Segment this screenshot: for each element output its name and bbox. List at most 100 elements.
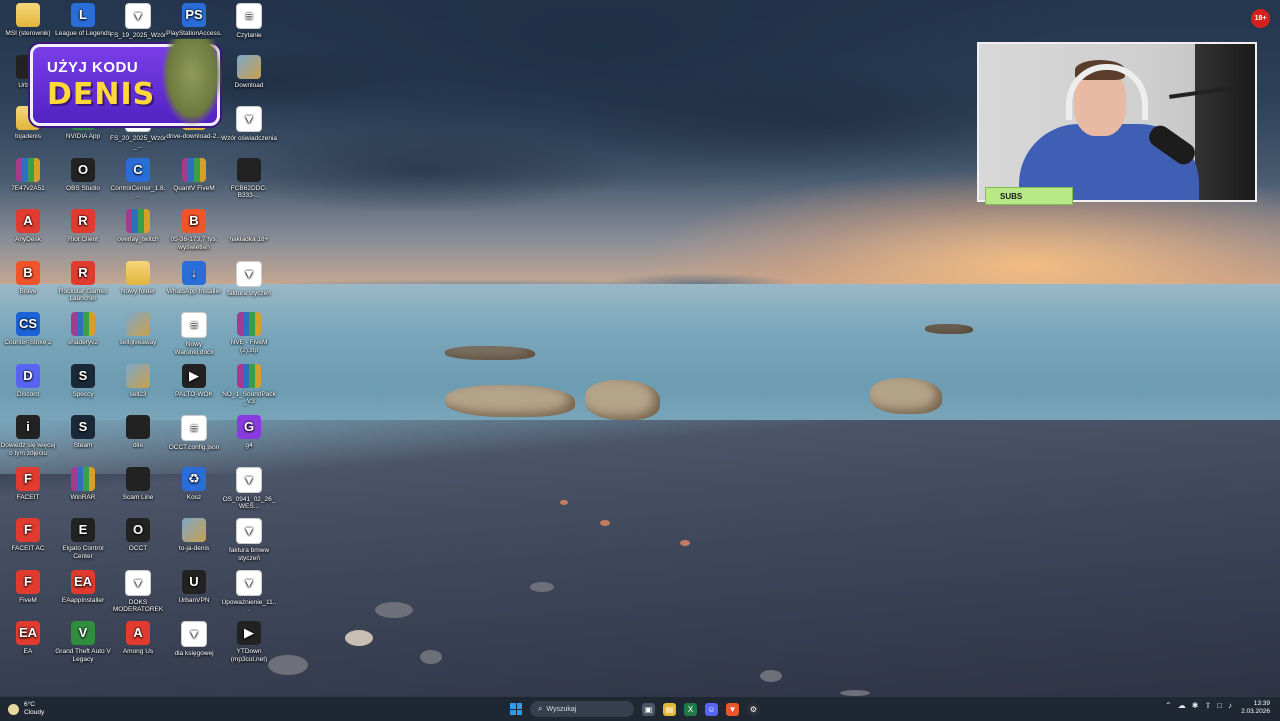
- network-icon[interactable]: □: [1217, 701, 1222, 710]
- desktop-icon[interactable]: F FACEIT: [0, 466, 56, 502]
- desktop-icon[interactable]: ▼ dla księgowej: [166, 621, 222, 658]
- cloud-icon[interactable]: ☁: [1178, 701, 1186, 710]
- task-view-icon[interactable]: ▣: [642, 702, 655, 716]
- desktop-icon[interactable]: 7E47v2A51: [0, 157, 56, 193]
- app-icon: ≡: [236, 3, 262, 29]
- desktop-icon[interactable]: ▼ DOKS MODERATOREK: [110, 569, 166, 614]
- desktop-icon[interactable]: ≡ Czytanie: [221, 3, 277, 40]
- chevron-up-icon[interactable]: ⌃: [1165, 701, 1172, 710]
- desktop-icon[interactable]: CS Counter-Strike 2: [0, 312, 56, 347]
- desktop-icon[interactable]: U UrbanVPN: [166, 569, 222, 605]
- desktop-icon[interactable]: ▶ PALTO-WOK: [166, 363, 222, 399]
- desktop-icon[interactable]: ♻ Kosz: [166, 466, 222, 502]
- app-icon: [71, 466, 95, 491]
- desktop-icon[interactable]: WinRAR: [55, 466, 111, 502]
- taskbar-clock[interactable]: 13:39 2.03.2026: [1241, 700, 1270, 716]
- desktop-icon[interactable]: NO_1_SoundPack_V3: [221, 363, 277, 406]
- desktop-icon[interactable]: sellgiveaway: [110, 312, 166, 347]
- desktop-icon-label: dla księgowej: [174, 650, 214, 657]
- taskbar-search-box[interactable]: ⌕ Wyszukaj: [530, 701, 634, 717]
- app-icon: [126, 466, 150, 491]
- desktop-icon[interactable]: ≡ OCCT.config.json: [166, 415, 222, 452]
- weather-widget[interactable]: 6°C Cloudy: [8, 699, 44, 719]
- desktop-icon-label: tojadenis: [14, 133, 42, 140]
- desktop-icon[interactable]: A AnyDesk: [0, 209, 56, 244]
- desktop-icon[interactable]: QuantV FiveM: [166, 157, 222, 193]
- desktop-icon[interactable]: to-ja-denis: [166, 518, 222, 553]
- file-explorer-icon[interactable]: ▤: [663, 702, 676, 716]
- desktop-icon[interactable]: F FACEIT AC: [0, 518, 56, 553]
- desktop-icon[interactable]: Download: [221, 54, 277, 90]
- desktop-icon[interactable]: dile: [110, 415, 166, 450]
- desktop-icon[interactable]: MSI (sterownik): [0, 3, 56, 38]
- app-icon: [126, 415, 150, 439]
- brave-taskbar-icon[interactable]: ▼: [726, 702, 739, 716]
- desktop-icon[interactable]: ▼ faktura bmww styczeń: [221, 518, 277, 562]
- desktop-icon[interactable]: shaderyv2: [55, 312, 111, 347]
- app-icon: [16, 157, 40, 182]
- desktop-icon[interactable]: A Among Us: [110, 621, 166, 656]
- app-icon: R: [71, 260, 95, 285]
- desktop-icon[interactable]: nakładka 18+: [221, 209, 277, 244]
- usb-icon[interactable]: ⇧: [1204, 701, 1211, 710]
- wallpaper-stone: [375, 602, 413, 618]
- bluetooth-icon[interactable]: ✱: [1192, 701, 1199, 710]
- desktop-icon-label: nakładka 18+: [229, 236, 269, 243]
- desktop-icon-label: 7E47v2A51: [11, 184, 45, 192]
- desktop-icon[interactable]: Nowy folder: [110, 260, 166, 296]
- desktop-icon-label: FACEIT: [16, 493, 40, 501]
- desktop-icon[interactable]: ▼ OS_0941_02_26_WES...: [221, 466, 277, 511]
- volume-icon[interactable]: ♪: [1228, 701, 1232, 710]
- desktop-icon[interactable]: ≡ Nowy Warunki.docx: [166, 312, 222, 356]
- wallpaper-stone: [680, 540, 690, 546]
- desktop-icon[interactable]: C ControlCenter_1.8...: [110, 157, 166, 200]
- desktop-icon[interactable]: ▼ Wzór oświadczenia: [221, 106, 277, 143]
- desktop-icon[interactable]: Scam Line: [110, 466, 166, 502]
- desktop-icon[interactable]: i Dowiedz się więcej o tym zdjęciu: [0, 415, 56, 457]
- desktop-icon[interactable]: S Speccy: [55, 363, 111, 399]
- desktop-icon[interactable]: S Steam: [55, 415, 111, 450]
- desktop-icon[interactable]: overlay_twitch: [110, 209, 166, 244]
- desktop-icon-label: sellgiveaway: [119, 339, 157, 346]
- steam-taskbar-icon[interactable]: ⚙: [747, 702, 760, 716]
- app-icon: [237, 312, 261, 336]
- webcam-feed: [977, 42, 1257, 202]
- desktop-icon[interactable]: V Grand Theft Auto V Legacy: [55, 621, 111, 663]
- desktop-icon[interactable]: ▼ faktura styczeń: [221, 260, 277, 298]
- desktop-icon[interactable]: FCB62DDC-B333-...: [221, 157, 277, 200]
- desktop-icon[interactable]: B 05-36-173,7 tys. wyświetleń: [166, 209, 222, 251]
- desktop-icon-label: overlay_twitch: [117, 236, 159, 243]
- app-icon: G: [237, 415, 261, 439]
- desktop-icon[interactable]: NVE - FiveM (2).zip: [221, 312, 277, 354]
- desktop-icon[interactable]: D Discord: [0, 363, 56, 399]
- desktop-icon[interactable]: ▼ Upoważnienie_11...: [221, 569, 277, 614]
- app-icon: ▼: [236, 518, 262, 544]
- app-icon: [126, 312, 150, 336]
- desktop-icon[interactable]: O OBS Studio: [55, 157, 111, 193]
- weather-temperature: 6°C: [24, 701, 35, 708]
- desktop-icon[interactable]: F FiveM: [0, 569, 56, 605]
- desktop-icon[interactable]: EA EAappInstaller: [55, 569, 111, 605]
- desktop-icon[interactable]: L League of Legends: [55, 3, 111, 38]
- desktop-icon[interactable]: sell23: [110, 363, 166, 399]
- desktop-icon-label: EAappInstaller: [61, 596, 105, 604]
- desktop-icon[interactable]: EA EA: [0, 621, 56, 656]
- system-tray: ⌃ ☁ ✱ ⇧ □ ♪: [1165, 701, 1232, 710]
- desktop-icon[interactable]: ↓ WhatsApp Installer: [166, 260, 222, 296]
- desktop-icon[interactable]: B Brave: [0, 260, 56, 296]
- desktop-icon[interactable]: ▼ FS_19_2025_Wzór_...: [110, 3, 166, 47]
- discord-taskbar-icon[interactable]: ☺: [705, 702, 718, 716]
- excel-icon[interactable]: X: [684, 702, 697, 716]
- desktop-icon-label: DOKS MODERATOREK: [112, 598, 164, 614]
- desktop-icon[interactable]: R Riot Client: [55, 209, 111, 244]
- start-button[interactable]: [510, 703, 522, 715]
- desktop-icon-label: WinRAR: [70, 493, 96, 501]
- app-icon: B: [182, 209, 206, 233]
- desktop-icon[interactable]: R Rockstar Games Launcher: [55, 260, 111, 303]
- desktop-icon[interactable]: ▶ YTDown (mp3cut.net): [221, 621, 277, 663]
- app-icon: S: [71, 363, 95, 388]
- desktop-icon[interactable]: E Elgato Control Center: [55, 518, 111, 560]
- desktop-icon[interactable]: O OCCT: [110, 518, 166, 553]
- desktop-icon[interactable]: Gg4: [221, 415, 277, 450]
- app-icon: V: [71, 621, 95, 645]
